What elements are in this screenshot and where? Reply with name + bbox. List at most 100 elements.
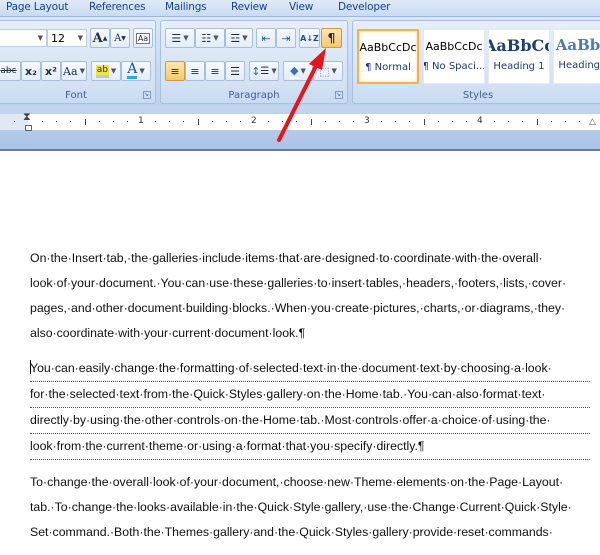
- align-center-button[interactable]: ≡: [185, 61, 205, 81]
- multilevel-list-button[interactable]: ☲ ▼: [225, 28, 253, 48]
- paragraph-1: On·the·Insert·tab,·the·galleries·include…: [30, 246, 590, 346]
- text-line: On·the·Insert·tab,·the·galleries·include…: [30, 251, 543, 265]
- ruler-dot: [70, 121, 72, 122]
- font-size-value: 12: [51, 31, 65, 45]
- ruler-dot: [211, 121, 213, 122]
- ruler-dot: [183, 121, 185, 122]
- ruler-dot: [381, 121, 383, 122]
- text-line-content: You·can·easily·change·the·formatting·of·…: [30, 361, 552, 375]
- decrease-indent-icon: ⇤: [261, 31, 271, 45]
- left-indent-box-icon[interactable]: [25, 125, 32, 131]
- ruler-dot: [494, 121, 496, 122]
- text-line: look·of·your·document.·You·can·use·these…: [30, 276, 567, 290]
- font-name-select[interactable]: ▼: [0, 29, 47, 47]
- numbering-button[interactable]: ☷ ▼: [195, 28, 225, 48]
- strikethrough-icon: abc: [0, 66, 17, 76]
- align-right-button[interactable]: ≡: [205, 61, 225, 81]
- styles-group: AaBbCcDc ¶ Normal AaBbCcDc ¶ No Spaci...…: [352, 20, 600, 104]
- show-hide-button[interactable]: ¶: [321, 28, 342, 48]
- style-no-spacing[interactable]: AaBbCcDc ¶ No Spaci...: [423, 29, 485, 84]
- increase-indent-icon: ⇥: [281, 31, 291, 45]
- ruler-dot: [437, 121, 439, 122]
- ruler-dot: [296, 121, 298, 122]
- highlight-color-button[interactable]: ab ▼: [91, 61, 121, 81]
- subscript-button[interactable]: x₂: [21, 61, 41, 81]
- tab-view[interactable]: View: [289, 1, 313, 13]
- strikethrough-button[interactable]: abc: [0, 61, 21, 81]
- ruler-dot: [324, 121, 326, 122]
- ruler-tick: [536, 119, 538, 125]
- tab-developer[interactable]: Developer: [338, 1, 390, 13]
- font-size-select[interactable]: 12 ▼: [47, 29, 87, 47]
- style-sample: AaBbCcDc: [425, 40, 483, 53]
- text-line: directly·by·using·the·other·controls·on·…: [30, 408, 590, 434]
- bullet-list-icon: ☰: [171, 31, 182, 45]
- shrink-font-icon: A: [114, 32, 122, 44]
- line-spacing-icon: ↕: [251, 64, 261, 78]
- decrease-indent-button[interactable]: ⇤: [256, 28, 276, 48]
- paragraph-group: ☰ ▼ ☷ ▼ ☲ ▼ ⇤ ⇥ A↓Z ¶ ≡ ≡ ≡ ☰ ↕ ☰ ▼ ◆ ▼ …: [160, 20, 348, 104]
- clear-formatting-icon: Aa: [135, 32, 151, 44]
- text-line: You·can·easily·change·the·formatting·of·…: [30, 356, 590, 382]
- sort-button[interactable]: A↓Z: [299, 28, 320, 48]
- increase-indent-button[interactable]: ⇥: [276, 28, 296, 48]
- style-heading-1[interactable]: AaBbCc Heading 1: [488, 29, 550, 84]
- ruler-dot: [578, 121, 580, 122]
- superscript-button[interactable]: x²: [41, 61, 61, 81]
- text-line: also·coordinate·with·your·current·docume…: [30, 326, 306, 340]
- ruler-number: 1: [138, 116, 144, 126]
- borders-button[interactable]: ⬚ ▼: [313, 61, 343, 81]
- style-sample: AaBbC: [555, 36, 600, 54]
- chevron-down-icon: ▼: [37, 34, 43, 42]
- style-name: ¶ No Spaci...: [423, 61, 485, 72]
- right-indent-marker-icon[interactable]: △: [589, 117, 596, 127]
- align-left-icon: ≡: [170, 64, 180, 78]
- paragraph-dialog-launcher[interactable]: ↘: [335, 91, 343, 99]
- border-icon: ⬚: [319, 64, 330, 78]
- font-dialog-launcher[interactable]: ↘: [143, 91, 151, 99]
- tab-review[interactable]: Review: [231, 1, 267, 13]
- style-name: Heading 2: [558, 60, 600, 71]
- tab-references[interactable]: References: [89, 1, 146, 13]
- shrink-font-button[interactable]: A ▼: [110, 28, 130, 48]
- change-case-button[interactable]: Aa ▼: [61, 61, 87, 81]
- change-case-icon: Aa: [63, 64, 78, 78]
- style-normal[interactable]: AaBbCcDc ¶ Normal: [357, 29, 419, 84]
- line-spacing-button[interactable]: ↕ ☰ ▼: [249, 61, 279, 81]
- paragraph-2: You·can·easily·change·the·formatting·of·…: [30, 356, 590, 460]
- font-color-button[interactable]: A ▼: [121, 61, 151, 81]
- style-heading-2[interactable]: AaBbC Heading 2: [553, 29, 600, 84]
- ruler-dot: [56, 121, 58, 122]
- ruler-dot: [465, 121, 467, 122]
- paragraph-group-label: Paragraph: [228, 90, 280, 101]
- ribbon-tab-bar: Page Layout References Mailings Review V…: [0, 0, 600, 17]
- align-left-button[interactable]: ≡: [165, 61, 185, 81]
- justify-button[interactable]: ☰: [225, 61, 245, 81]
- ruler-dot: [225, 121, 227, 122]
- ruler-dot: [42, 121, 44, 122]
- grow-font-button[interactable]: A ▲: [90, 28, 110, 48]
- ruler-dot: [352, 121, 354, 122]
- grow-font-icon: A: [92, 30, 103, 46]
- tab-page-layout[interactable]: Page Layout: [6, 1, 68, 13]
- styles-group-label: Styles: [462, 90, 494, 101]
- shading-button[interactable]: ◆ ▼: [283, 61, 313, 81]
- font-group: ▼ 12 ▼ A ▲ A ▼ Aa abc x₂ x² Aa ▼ ab ▼ A …: [0, 20, 156, 104]
- chevron-down-icon: ▼: [77, 34, 83, 42]
- ribbon: ▼ 12 ▼ A ▲ A ▼ Aa abc x₂ x² Aa ▼ ab ▼ A …: [0, 17, 600, 106]
- ruler-tick: [84, 119, 86, 125]
- ruler-dot: [155, 121, 157, 122]
- subscript-icon: x₂: [25, 64, 37, 78]
- ruler-tick: [310, 119, 312, 125]
- document-body[interactable]: On·the·Insert·tab,·the·galleries·include…: [30, 246, 590, 555]
- text-line: Set·command.·Both·the·Themes·gallery·and…: [30, 525, 553, 539]
- horizontal-ruler[interactable]: ⧗ △ 1 2 3 4: [0, 111, 600, 131]
- pilcrow-icon: ¶: [327, 31, 336, 45]
- ruler-dot: [508, 121, 510, 122]
- ruler-dot: [409, 121, 411, 122]
- tab-mailings[interactable]: Mailings: [165, 1, 207, 13]
- indent-marker-icon[interactable]: ⧗: [23, 111, 31, 122]
- ruler-number: 4: [477, 116, 483, 126]
- clear-formatting-button[interactable]: Aa: [133, 28, 153, 48]
- bullets-button[interactable]: ☰ ▼: [165, 28, 195, 48]
